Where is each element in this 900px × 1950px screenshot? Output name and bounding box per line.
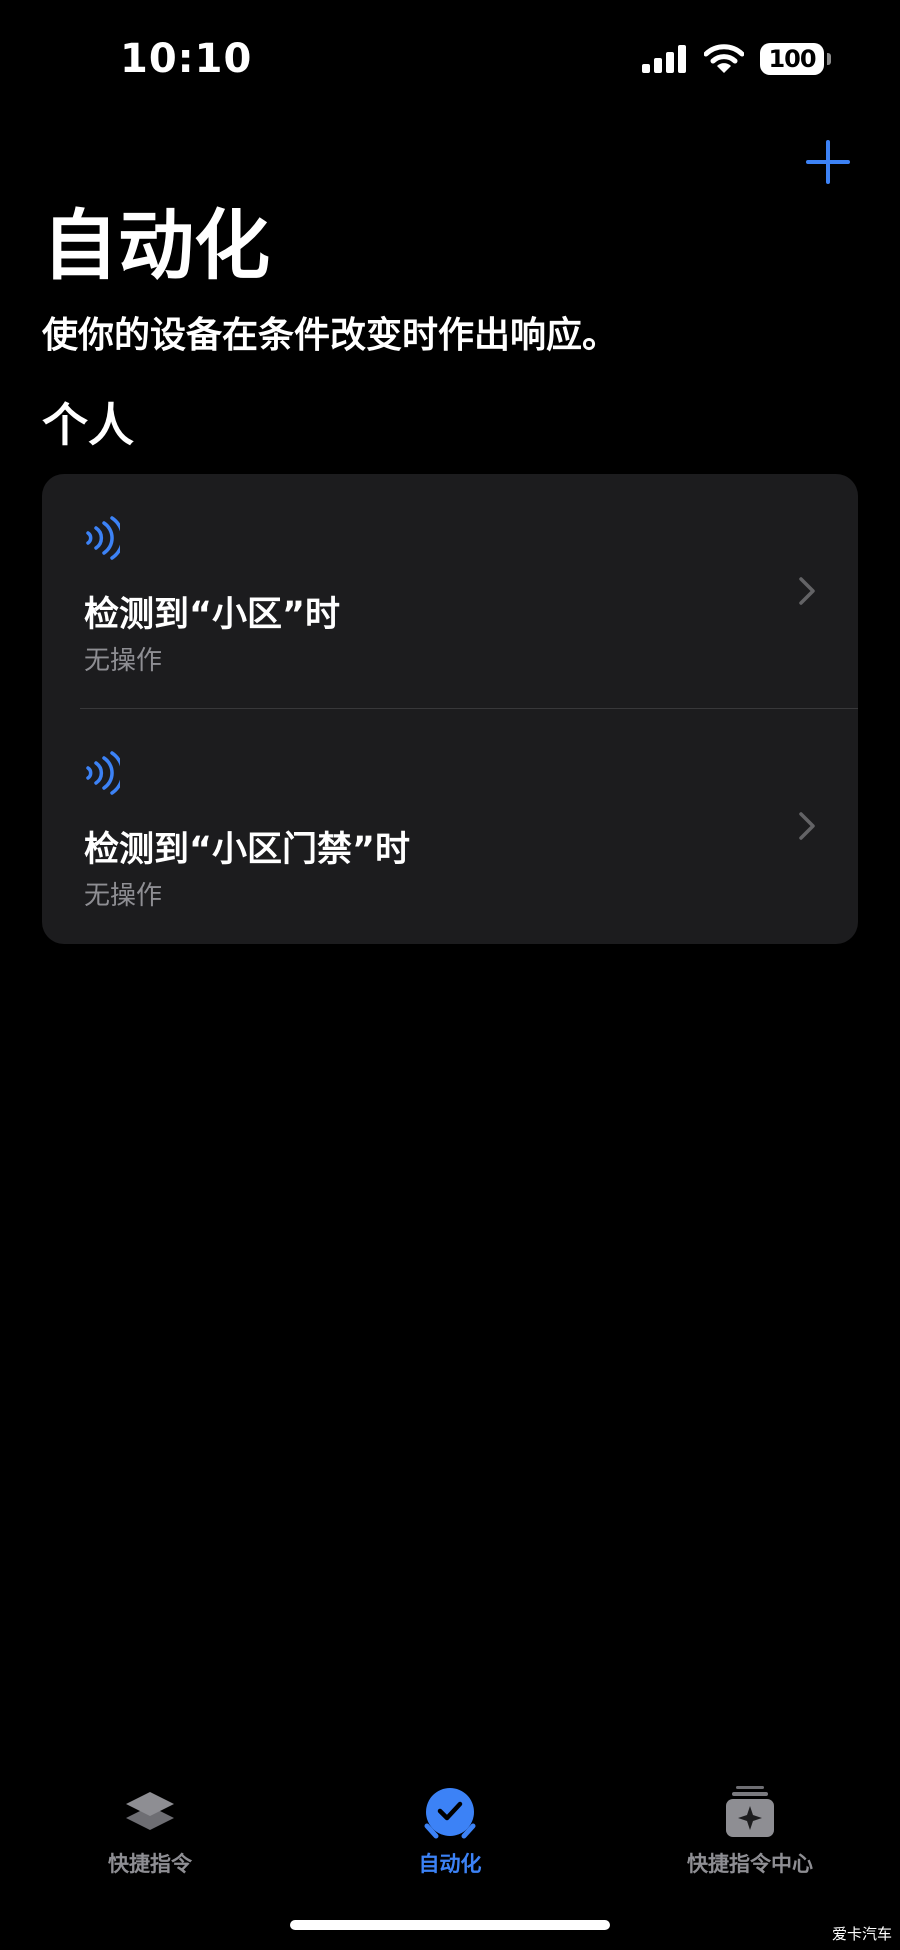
section-header-personal: 个人: [42, 398, 134, 452]
nfc-icon: [86, 516, 120, 560]
wifi-icon: [704, 44, 744, 73]
chevron-right-icon: [799, 812, 815, 840]
watermark: 爱卡汽车: [831, 1925, 892, 1943]
automation-title: 检测到“小区”时: [84, 595, 341, 635]
status-icons: 100: [642, 42, 831, 76]
automation-row[interactable]: 检测到“小区”时 无操作: [42, 474, 858, 709]
page-title: 自动化: [42, 201, 270, 290]
page-subtitle: 使你的设备在条件改变时作出响应。: [42, 315, 619, 356]
automation-list: 检测到“小区”时 无操作 检测到“小区门禁”时 无操作: [42, 474, 858, 944]
tab-gallery[interactable]: 快捷指令中心: [600, 1770, 900, 1880]
gallery-sparkle-icon: [726, 1786, 774, 1837]
battery-icon: 100: [760, 43, 831, 75]
status-time: 10:10: [120, 36, 253, 82]
clock-check-icon: [424, 1788, 476, 1839]
automation-title: 检测到“小区门禁”时: [84, 830, 411, 870]
tab-shortcuts[interactable]: 快捷指令: [0, 1770, 300, 1880]
add-automation-button[interactable]: [800, 134, 856, 190]
tab-bar: 快捷指令 自动化 快捷指令中心: [0, 1770, 900, 1890]
cellular-signal-icon: [642, 45, 686, 73]
automation-subtitle: 无操作: [84, 881, 163, 911]
chevron-right-icon: [799, 577, 815, 605]
nfc-icon: [86, 751, 120, 795]
tab-label: 快捷指令: [108, 1852, 192, 1876]
plus-icon: [806, 140, 850, 184]
home-indicator[interactable]: [290, 1920, 610, 1930]
layers-icon: [126, 1792, 174, 1830]
tab-label: 自动化: [418, 1852, 482, 1876]
status-bar: 10:10 100: [0, 0, 900, 120]
tab-automation[interactable]: 自动化: [300, 1770, 600, 1880]
tab-label: 快捷指令中心: [687, 1852, 813, 1876]
battery-level: 100: [768, 45, 816, 73]
automation-subtitle: 无操作: [84, 646, 163, 676]
automation-row[interactable]: 检测到“小区门禁”时 无操作: [42, 709, 858, 944]
